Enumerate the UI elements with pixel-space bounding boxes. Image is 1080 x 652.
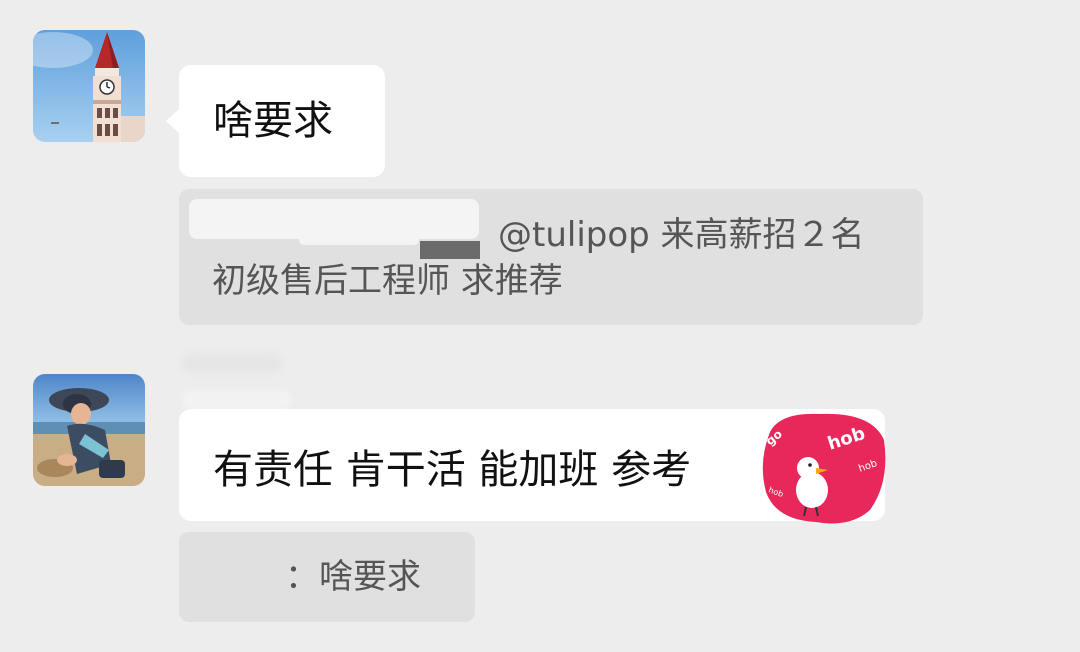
quote-line-2: 初级售后工程师 求推荐 [212, 261, 563, 301]
redacted-block [420, 241, 480, 259]
redacted-name-2 [199, 550, 285, 594]
message-text-1: 啥要求 [213, 98, 333, 144]
chat-window: 啥要求 @tulipop 来高薪招２名 初级售后工程师 求推荐 有责任 肯干活 … [0, 0, 1080, 652]
duck-sticker-icon: hob go hob hob [762, 413, 886, 524]
avatar-child-beach[interactable] [33, 374, 145, 486]
redacted-name [189, 199, 479, 239]
sender-name-blurred-2 [182, 390, 292, 410]
quoted-message-2[interactable]: ：啥要求 [179, 532, 475, 622]
sender-name-blurred [182, 352, 282, 374]
quoted-message-1[interactable]: @tulipop 来高薪招２名 初级售后工程师 求推荐 [179, 189, 923, 325]
message-text-2: 有责任 肯干活 能加班 参考 [213, 447, 692, 493]
message-bubble-1[interactable]: 啥要求 [166, 65, 385, 177]
avatar-clock-tower[interactable] [33, 30, 145, 142]
redacted-name-fragment [299, 235, 419, 245]
hobgoblin-sticker[interactable]: hob go hob hob [760, 412, 886, 524]
clock-tower-icon [33, 30, 145, 142]
child-on-beach-icon [33, 374, 145, 486]
